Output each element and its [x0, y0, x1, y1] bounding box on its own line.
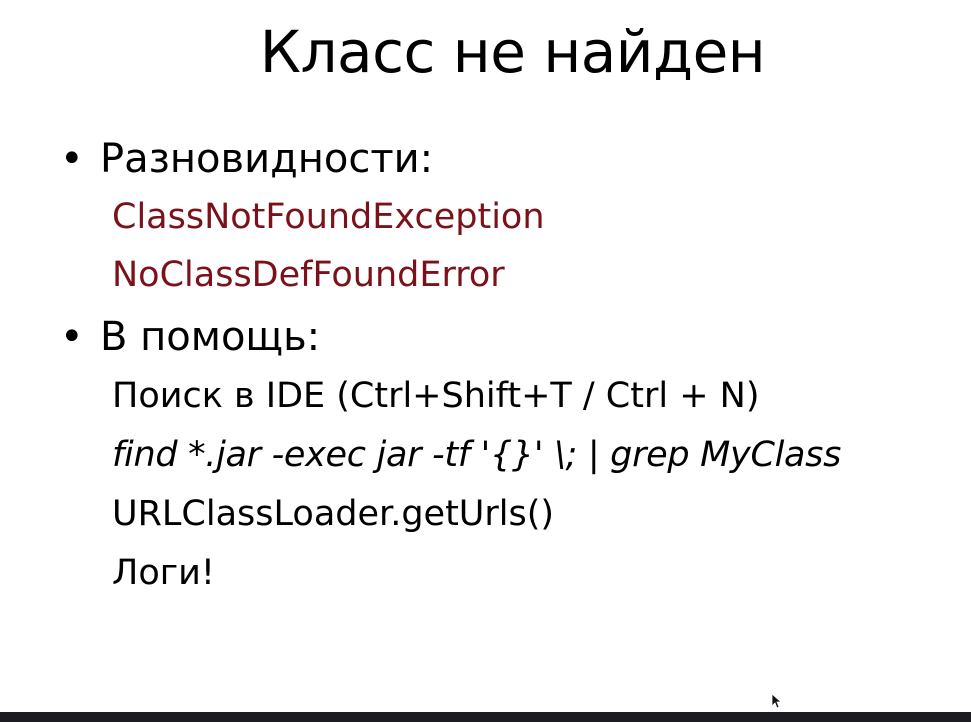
- error-no-class-def-found: NoClassDefFoundError: [112, 255, 505, 295]
- help-ide-search: Поиск в IDE (Ctrl+Shift+T / Ctrl + N): [112, 376, 760, 416]
- bullet-dot: •: [60, 314, 84, 360]
- bullet-dot: •: [60, 136, 84, 182]
- bullet-help: • В помощь:: [60, 311, 320, 363]
- help-logs: Логи!: [112, 553, 215, 593]
- mouse-pointer-icon: [771, 693, 781, 709]
- slide: Класс не найден • Разновидности: ClassNot…: [0, 0, 971, 712]
- bullet-varieties: • Разновидности:: [60, 133, 433, 185]
- slide-title: Класс не найден: [259, 18, 766, 86]
- exception-class-not-found: ClassNotFoundException: [112, 197, 545, 237]
- help-find-command: find *.jar -exec jar -tf '{}' \; | grep …: [112, 435, 842, 475]
- bullet-heading-help: В помощь:: [100, 314, 321, 360]
- help-get-urls: URLClassLoader.getUrls(): [112, 494, 555, 534]
- bullet-heading-varieties: Разновидности:: [100, 136, 434, 182]
- bottom-bar: [0, 712, 971, 722]
